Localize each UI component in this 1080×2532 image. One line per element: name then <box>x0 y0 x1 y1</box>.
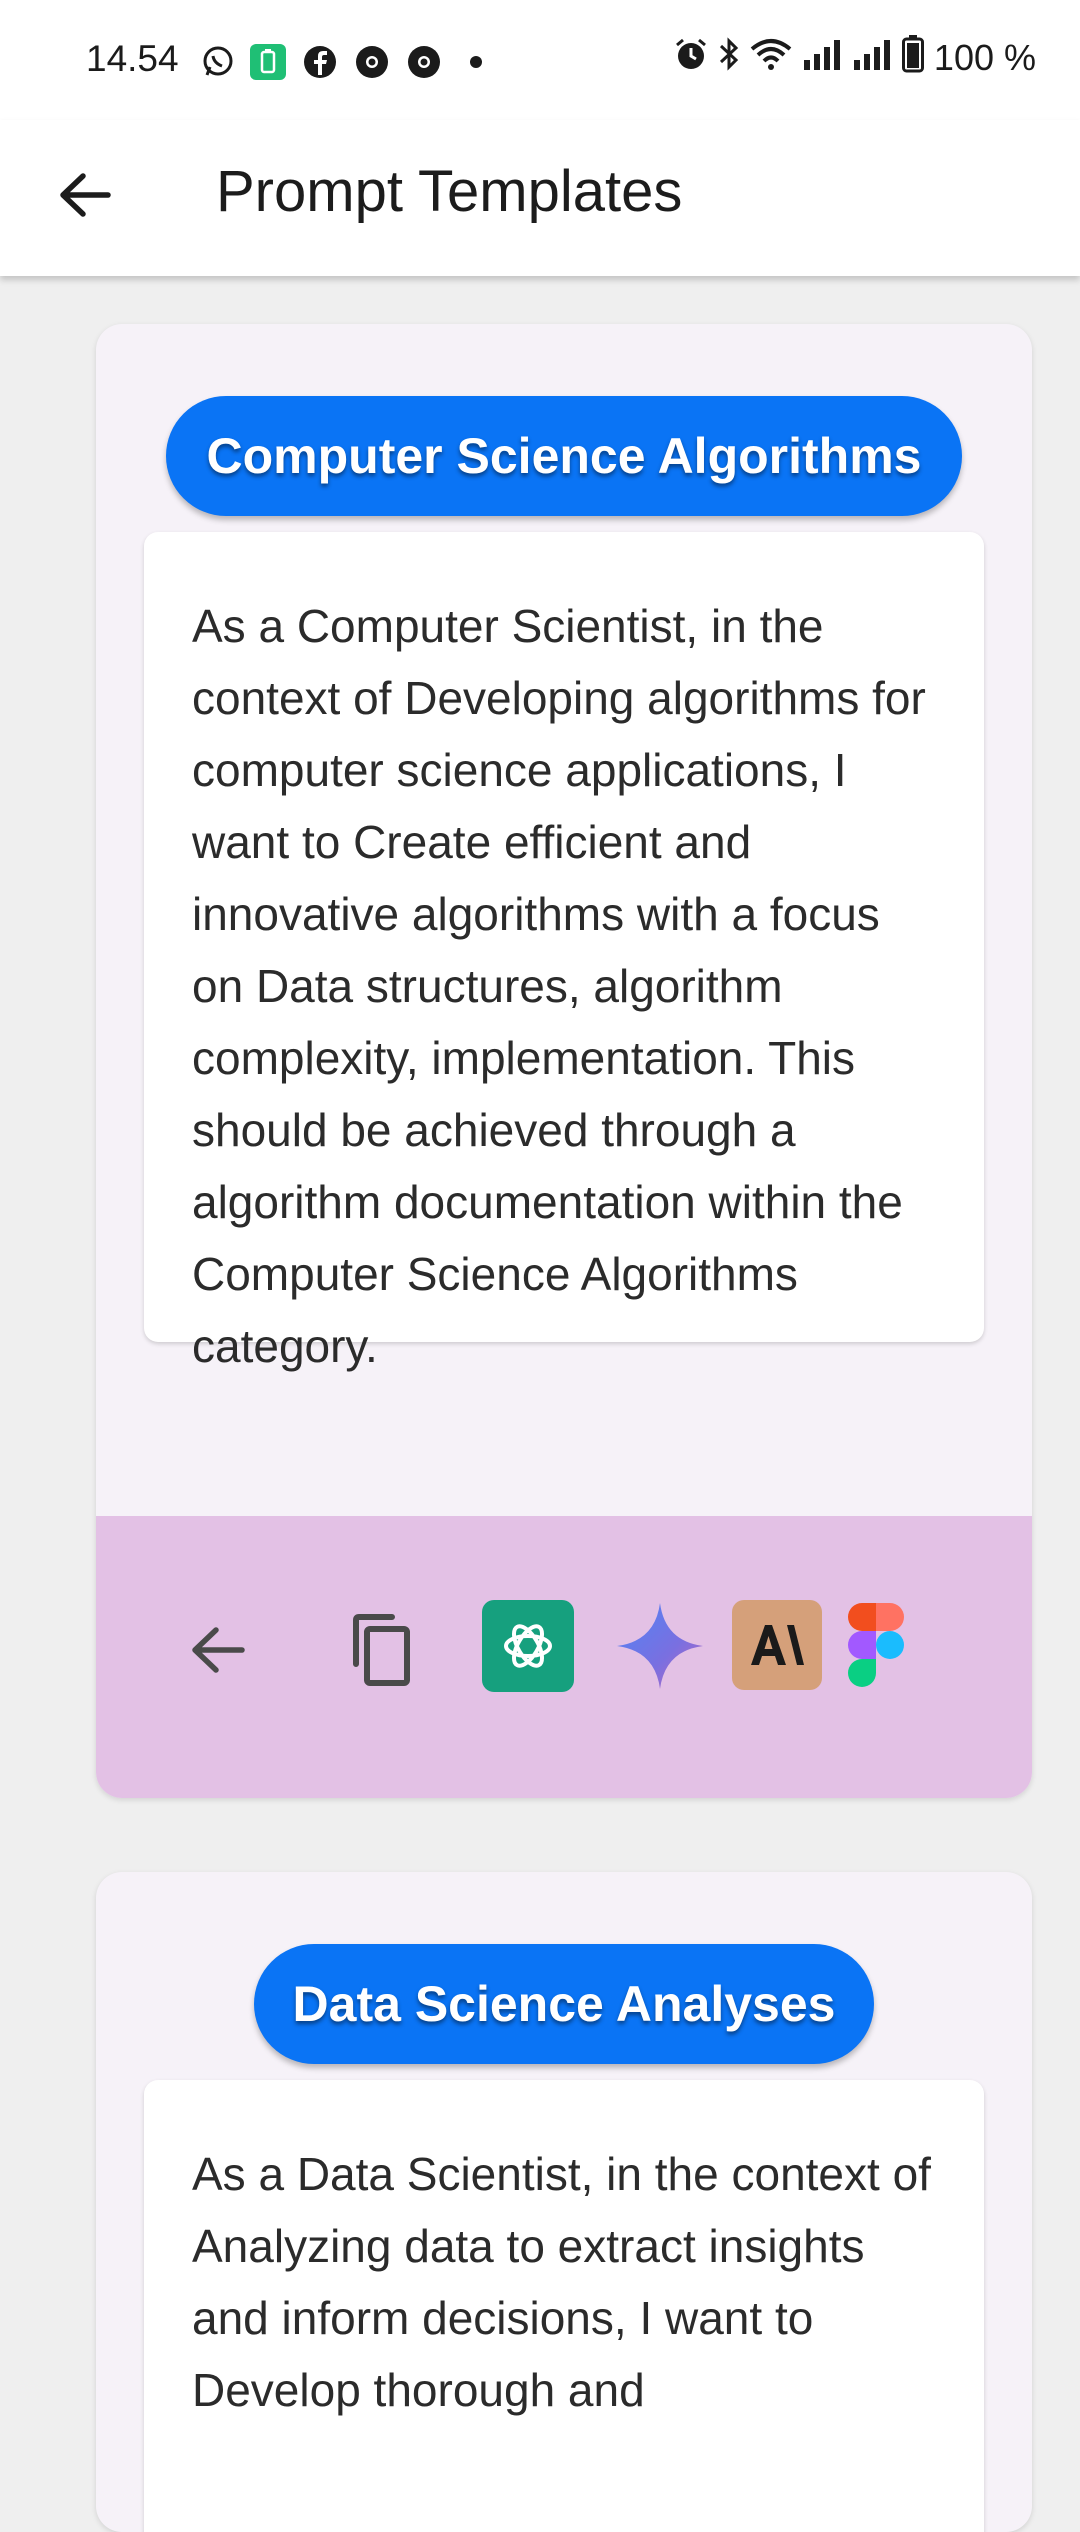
arrow-back-icon <box>192 1627 245 1673</box>
anthropic-button[interactable] <box>732 1600 822 1690</box>
back-action-button[interactable] <box>168 1600 268 1700</box>
action-bar <box>96 1516 1032 1798</box>
alarm-icon <box>674 37 708 80</box>
category-button[interactable]: Computer Science Algorithms <box>166 396 962 516</box>
prompt-text-box: As a Computer Scientist, in the context … <box>144 532 984 1372</box>
app-bar: Prompt Templates <box>0 120 1080 276</box>
page-title: Prompt Templates <box>216 159 683 224</box>
whatsapp-icon <box>200 44 236 80</box>
copy-button[interactable] <box>330 1600 430 1700</box>
prompt-text: As a Computer Scientist, in the context … <box>192 600 926 1372</box>
system-status: 100 % <box>674 34 1036 82</box>
gemini-icon <box>617 1603 703 1689</box>
figma-icon <box>848 1603 904 1687</box>
back-button[interactable] <box>50 160 120 230</box>
prompt-text-box: As a Data Scientist, in the context of A… <box>144 2080 984 2532</box>
status-time: 14.54 <box>86 38 179 79</box>
category-button[interactable]: Data Science Analyses <box>254 1944 874 2064</box>
more-dot-icon <box>458 44 494 80</box>
signal-icon <box>802 37 842 79</box>
battery-percent: 100 % <box>933 37 1036 78</box>
battery-icon <box>901 34 924 82</box>
chatgpt-icon <box>504 1624 552 1668</box>
chrome-icon <box>406 44 442 80</box>
prompt-text: As a Data Scientist, in the context of A… <box>192 2148 931 2416</box>
chatgpt-button[interactable] <box>482 1600 574 1692</box>
anthropic-icon <box>751 1625 804 1665</box>
figma-button[interactable] <box>844 1598 908 1694</box>
facebook-icon <box>302 44 338 80</box>
status-bar: 14.54 100 % <box>0 0 1080 120</box>
prompt-card: Computer Science Algorithms As a Compute… <box>96 324 1032 1798</box>
arrow-back-icon <box>60 173 111 217</box>
copy-icon <box>353 1614 410 1686</box>
prompt-card: Data Science Analyses As a Data Scientis… <box>96 1872 1032 2532</box>
bluetooth-icon <box>718 36 740 81</box>
signal-icon <box>852 37 892 79</box>
battery-saver-icon <box>250 44 286 80</box>
wifi-icon <box>750 37 792 80</box>
chrome-icon <box>354 44 390 80</box>
gemini-button[interactable] <box>614 1600 706 1692</box>
